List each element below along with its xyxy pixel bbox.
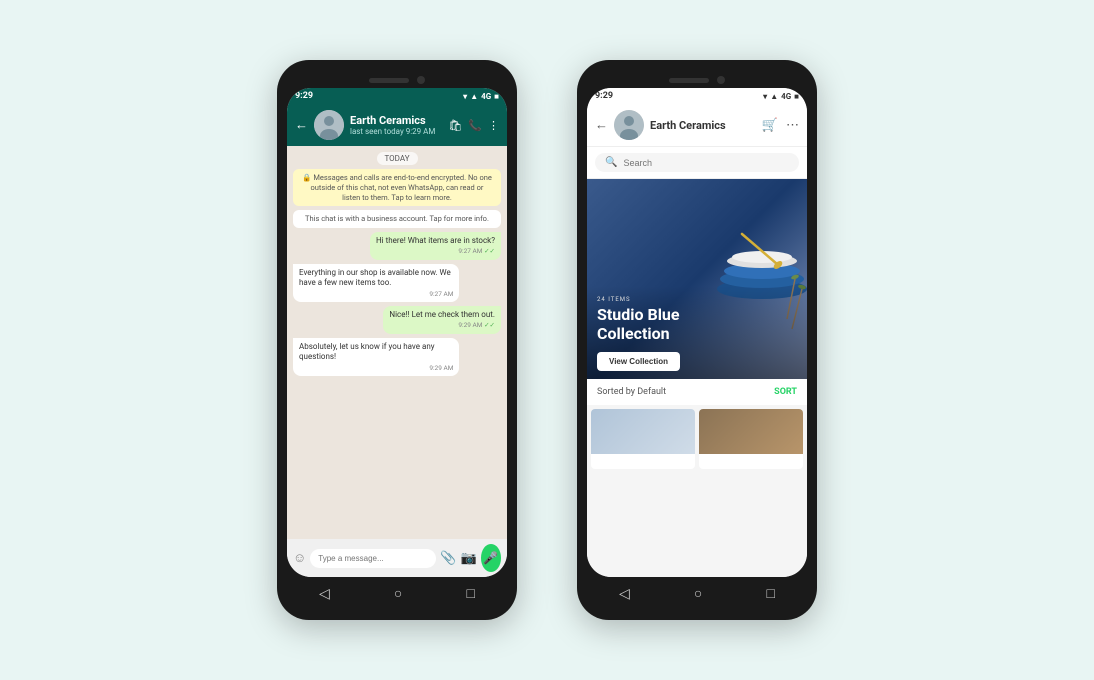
emoji-icon[interactable]: ☺: [293, 550, 306, 566]
contact-status: last seen today 9:29 AM: [350, 127, 442, 136]
sort-label: Sorted by Default: [597, 387, 666, 397]
time-right: 9:29: [595, 91, 613, 101]
sort-bar: Sorted by Default SORT: [587, 379, 807, 405]
chat-body: TODAY 🔒 Messages and calls are end-to-en…: [287, 146, 507, 539]
back-button-left[interactable]: ←: [295, 117, 308, 133]
catalog-title: Earth Ceramics: [650, 119, 756, 132]
bubble-time-3: 9:29 AM ✓✓: [389, 321, 495, 329]
nav-square-right[interactable]: □: [766, 585, 774, 602]
more-icon-right[interactable]: ⋯: [786, 118, 799, 133]
product-item-2[interactable]: [699, 409, 803, 469]
status-bar-right: 9:29 ▾▲4G■: [587, 88, 807, 104]
contact-avatar-right: [614, 110, 644, 140]
hero-title: Studio BlueCollection: [597, 305, 797, 343]
bubble-time-4: 9:29 AM: [299, 364, 453, 372]
bubble-time-2: 9:27 AM: [299, 290, 453, 298]
business-notice[interactable]: This chat is with a business account. Ta…: [293, 210, 501, 228]
nav-back-right[interactable]: ◁: [619, 586, 630, 602]
phone-icon[interactable]: 📞: [468, 119, 482, 132]
catalog-header-icons: 🛒 ⋯: [762, 118, 799, 133]
contact-avatar-left: [314, 110, 344, 140]
back-button-right[interactable]: ←: [595, 117, 608, 133]
product-item-1[interactable]: [591, 409, 695, 469]
encryption-notice[interactable]: 🔒 Messages and calls are end-to-end encr…: [293, 169, 501, 206]
view-collection-button[interactable]: View Collection: [597, 352, 680, 371]
nav-bar-right: ◁ ○ □: [587, 577, 807, 610]
right-phone: 9:29 ▾▲4G■ ← Earth Ceramics 🛒 ⋯: [577, 60, 817, 620]
contact-name: Earth Ceramics: [350, 114, 442, 127]
search-icon: 🔍: [605, 157, 617, 168]
left-phone: 9:29 ▾▲4G■ ← Earth Ceramics last seen to…: [277, 60, 517, 620]
status-bar-left: 9:29 ▾▲4G■: [287, 88, 507, 104]
status-icons-right: ▾▲4G■: [763, 92, 799, 101]
bag-icon[interactable]: 🛍: [448, 119, 462, 132]
camera-icon[interactable]: 📷: [460, 551, 476, 566]
nav-back-left[interactable]: ◁: [319, 586, 330, 602]
contact-info: Earth Ceramics last seen today 9:29 AM: [350, 114, 442, 136]
search-input[interactable]: [623, 158, 789, 168]
incoming-bubble-1: Everything in our shop is available now.…: [293, 264, 459, 302]
hero-badge: 24 ITEMS: [597, 296, 797, 303]
nav-home-left[interactable]: ○: [394, 585, 402, 602]
search-box[interactable]: 🔍: [595, 153, 799, 172]
sort-button[interactable]: SORT: [774, 387, 797, 397]
outgoing-bubble-1: Hi there! What items are in stock? 9:27 …: [370, 232, 501, 260]
more-icon[interactable]: ⋮: [488, 119, 499, 132]
hero-overlay: 24 ITEMS Studio BlueCollection View Coll…: [587, 286, 807, 379]
attach-icon[interactable]: 📎: [440, 551, 456, 566]
chat-input-bar: ☺ 📎 📷 🎤: [287, 539, 507, 577]
date-label: TODAY: [377, 152, 418, 165]
hero-banner: 24 ITEMS Studio BlueCollection View Coll…: [587, 179, 807, 379]
status-icons-left: ▾▲4G■: [463, 92, 499, 101]
cart-icon[interactable]: 🛒: [762, 118, 778, 133]
nav-bar-left: ◁ ○ □: [287, 577, 507, 610]
message-input[interactable]: [310, 549, 436, 568]
outgoing-bubble-2: Nice!! Let me check them out. 9:29 AM ✓✓: [383, 306, 501, 334]
product-grid: [587, 405, 807, 473]
catalog-body: 24 ITEMS Studio BlueCollection View Coll…: [587, 179, 807, 577]
incoming-bubble-2: Absolutely, let us know if you have any …: [293, 338, 459, 376]
search-bar: 🔍: [587, 147, 807, 179]
time-left: 9:29: [295, 91, 313, 101]
bubble-time-1: 9:27 AM ✓✓: [376, 247, 495, 255]
nav-square-left[interactable]: □: [466, 585, 474, 602]
header-icons: 🛍 📞 ⋮: [448, 119, 499, 132]
catalog-header: ← Earth Ceramics 🛒 ⋯: [587, 104, 807, 147]
whatsapp-header: ← Earth Ceramics last seen today 9:29 AM…: [287, 104, 507, 146]
mic-button[interactable]: 🎤: [481, 544, 501, 572]
nav-home-right[interactable]: ○: [694, 585, 702, 602]
